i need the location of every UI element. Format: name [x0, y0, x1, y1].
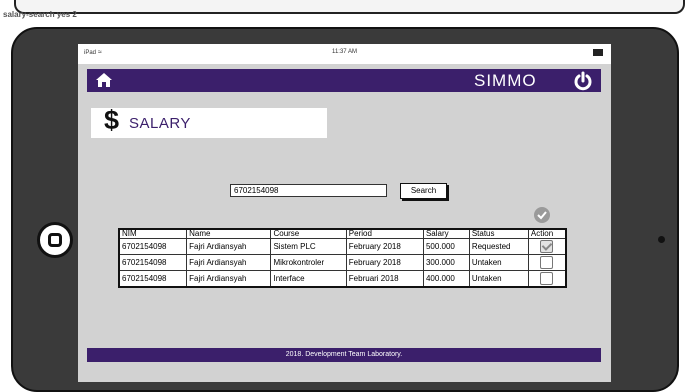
approve-check-icon[interactable] [534, 207, 550, 223]
cell-course: Interface [270, 270, 347, 288]
table-row: 6702154098 Fajri Ardiansyah Sistem PLC F… [118, 238, 567, 255]
cell-nim: 6702154098 [118, 238, 188, 255]
salary-table: NIM Name Course Period Salary Status Act… [118, 228, 567, 288]
col-header-action: Action [527, 228, 567, 239]
cell-period: February 2018 [345, 238, 424, 255]
row-checkbox[interactable] [540, 256, 554, 269]
home-icon[interactable] [95, 72, 113, 88]
col-header-nim: NIM [118, 228, 188, 239]
tablet-home-button[interactable] [37, 222, 73, 258]
col-header-name: Name [186, 228, 272, 239]
cell-status: Untaken [468, 270, 529, 288]
cell-action [527, 238, 567, 255]
cell-nim: 6702154098 [118, 270, 188, 288]
status-time: 11:37 AM [332, 49, 357, 55]
table-row: 6702154098 Fajri Ardiansyah Mikrokontrol… [118, 254, 567, 271]
cell-salary: 500.000 [422, 238, 470, 255]
mockup-caption: salary-search yes 2 [3, 10, 77, 19]
footer-bar: 2018. Development Team Laboratory. [87, 348, 601, 362]
cell-name: Fajri Ardiansyah [186, 254, 272, 271]
tablet-camera [658, 236, 665, 243]
cell-name: Fajri Ardiansyah [186, 270, 272, 288]
top-navbar: SIMMO [87, 69, 601, 92]
row-checkbox[interactable] [540, 240, 554, 253]
cell-salary: 300.000 [422, 254, 470, 271]
col-header-period: Period [345, 228, 424, 239]
cell-course: Mikrokontroler [270, 254, 347, 271]
col-header-status: Status [468, 228, 529, 239]
search-button[interactable]: Search [400, 183, 447, 199]
row-checkbox[interactable] [540, 272, 554, 285]
top-device-frame [14, 0, 685, 14]
cell-action [527, 254, 567, 271]
ios-status-bar: iPad ≈ 11:37 AM [78, 44, 611, 64]
col-header-salary: Salary [422, 228, 470, 239]
cell-period: February 2018 [345, 254, 424, 271]
cell-status: Requested [468, 238, 529, 255]
table-header-row: NIM Name Course Period Salary Status Act… [118, 228, 567, 239]
col-header-course: Course [270, 228, 347, 239]
dollar-icon: $ [104, 105, 120, 135]
cell-status: Untaken [468, 254, 529, 271]
power-icon[interactable] [573, 71, 593, 91]
cell-salary: 400.000 [422, 270, 470, 288]
battery-icon [593, 49, 603, 56]
cell-nim: 6702154098 [118, 254, 188, 271]
nim-search-input[interactable] [230, 184, 387, 197]
cell-name: Fajri Ardiansyah [186, 238, 272, 255]
page-title: SALARY [129, 115, 191, 132]
cell-period: Februari 2018 [345, 270, 424, 288]
table-row: 6702154098 Fajri Ardiansyah Interface Fe… [118, 270, 567, 288]
page-header: $ SALARY [91, 105, 327, 138]
brand-title: SIMMO [474, 71, 537, 90]
cell-course: Sistem PLC [270, 238, 347, 255]
cell-action [527, 270, 567, 288]
app-screen: iPad≈ 11:37 AM SIMMO $ SALARY Search NIM… [78, 44, 611, 382]
